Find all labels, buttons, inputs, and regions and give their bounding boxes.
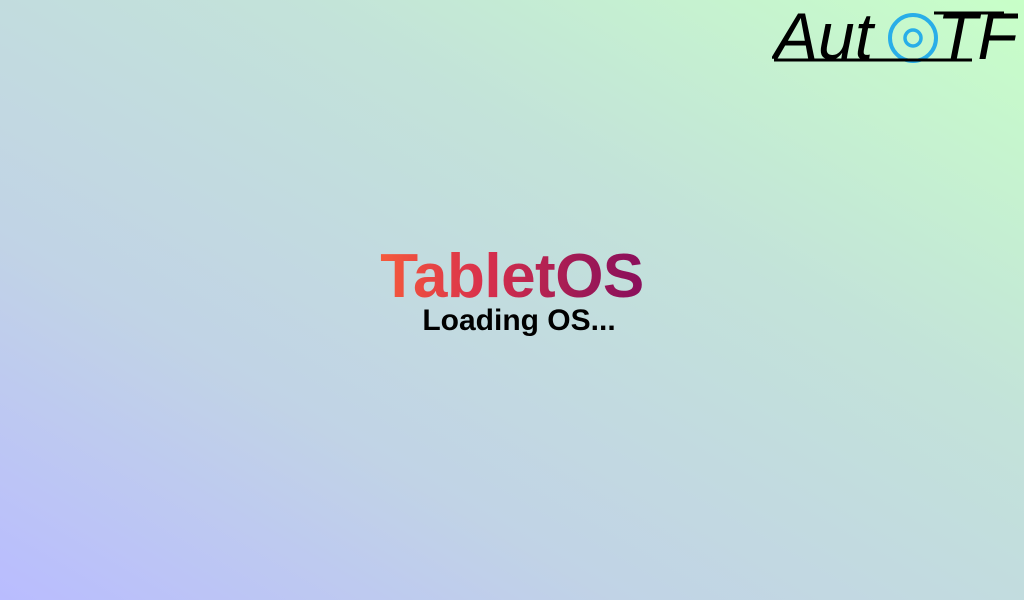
autotf-logo: Aut TF — [772, 2, 1018, 66]
os-brand-title: TabletOS — [380, 242, 644, 311]
loading-status-text: Loading OS... — [422, 304, 616, 337]
splash-content: TabletOS Loading OS... — [0, 244, 1024, 336]
logo-text-left: Aut — [772, 2, 876, 66]
autotf-logo-graphic: Aut TF — [772, 2, 1018, 66]
target-ring-icon — [888, 13, 938, 63]
loading-screen: Aut TF TabletOS Loading OS... — [0, 0, 1024, 600]
